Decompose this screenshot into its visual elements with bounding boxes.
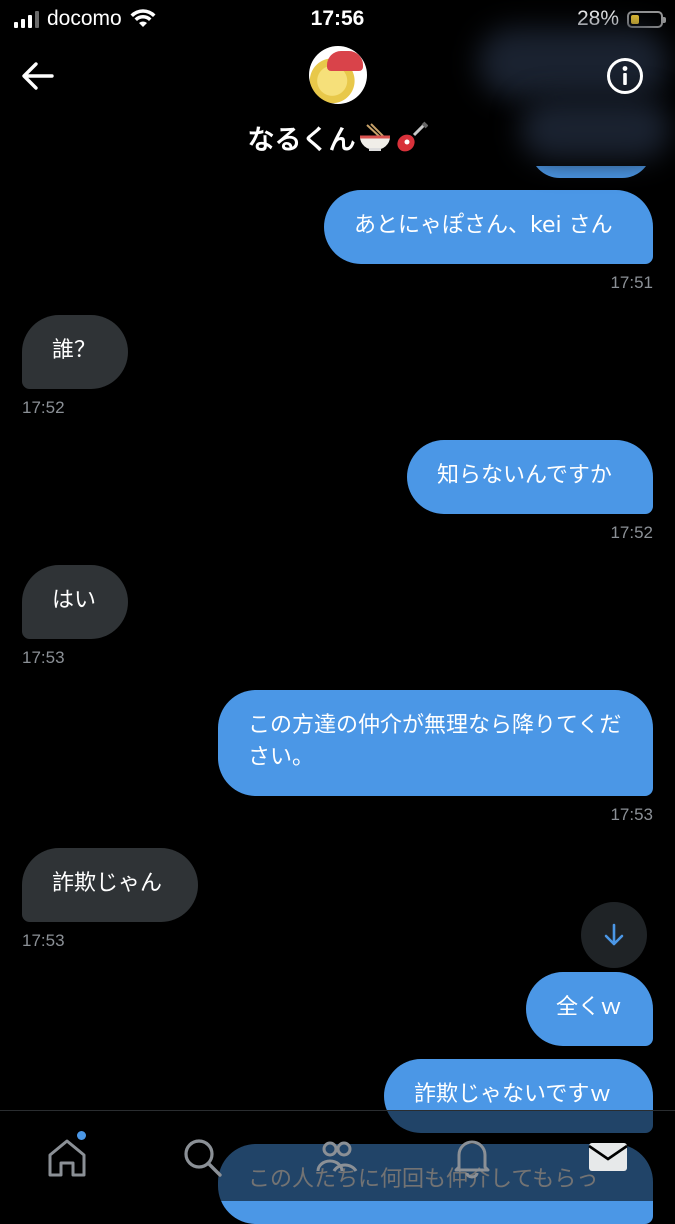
message-timestamp: 17:52 <box>610 523 653 542</box>
home-icon[interactable] <box>45 1135 89 1179</box>
contact-avatar[interactable] <box>309 46 367 104</box>
home-notification-dot <box>77 1131 86 1140</box>
message-timestamp: 17:53 <box>22 931 65 950</box>
search-icon[interactable] <box>180 1135 224 1179</box>
message-bubble-outgoing[interactable]: この方達の仲介が無理なら降りてください。 <box>218 690 653 796</box>
battery-icon <box>627 10 666 28</box>
contact-name[interactable]: なるくん <box>0 118 675 162</box>
message-bubble-incoming[interactable]: 誰？ <box>22 315 128 389</box>
back-arrow-icon[interactable] <box>18 58 58 94</box>
guitar-icon <box>394 121 428 162</box>
message-bubble-outgoing[interactable]: あとにゃぽさん、kei さん <box>324 190 653 264</box>
contact-name-text: なるくん <box>247 125 356 156</box>
message-timestamp: 17:53 <box>22 648 65 667</box>
message-bubble-incoming[interactable]: 詐欺じゃん <box>22 848 198 922</box>
notifications-icon[interactable] <box>450 1135 494 1179</box>
ramen-bowl-icon <box>358 123 392 160</box>
scroll-to-bottom-button[interactable] <box>581 902 647 968</box>
info-icon[interactable] <box>605 56 645 96</box>
messages-icon[interactable] <box>586 1135 630 1179</box>
message-bubble-outgoing[interactable]: 全くｗ <box>526 972 653 1046</box>
message-bubble-outgoing[interactable]: 知らないんですか <box>407 440 653 514</box>
bottom-tab-bar <box>0 1110 675 1201</box>
message-timestamp: 17:52 <box>22 398 65 417</box>
communities-icon[interactable] <box>315 1135 359 1179</box>
arrow-down-icon <box>604 923 624 946</box>
conversation-header: なるくん <box>0 28 675 166</box>
message-timestamp: 17:53 <box>610 805 653 824</box>
message-timestamp: 17:51 <box>610 273 653 292</box>
message-bubble-incoming[interactable]: はい <box>22 565 128 639</box>
